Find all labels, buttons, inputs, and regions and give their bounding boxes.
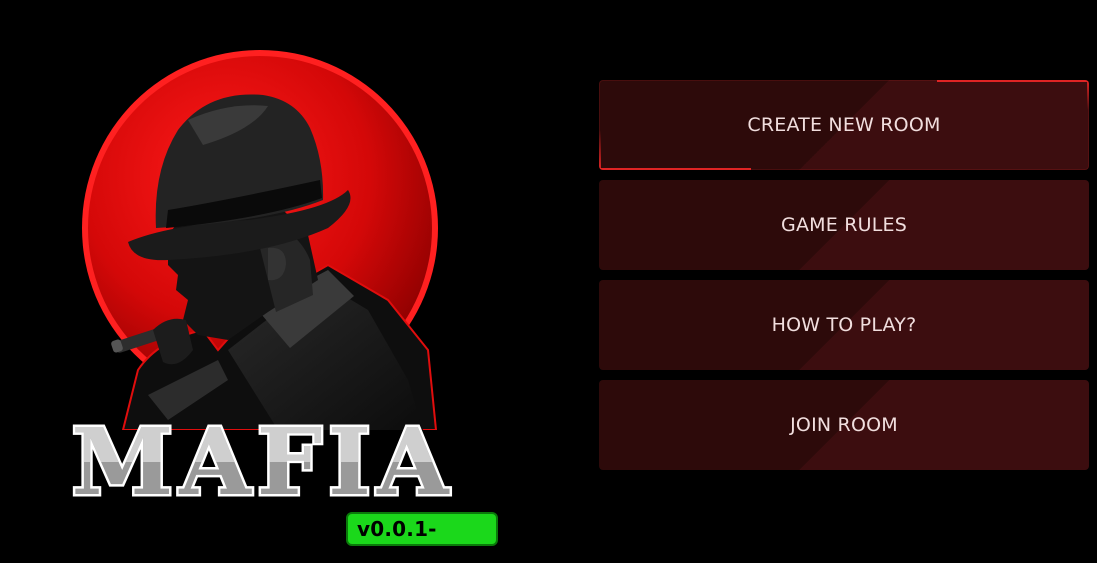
mafia-logo: MAFIA MAFIA v0.0.1-beta: [28, 50, 498, 563]
mafia-wordmark-icon: MAFIA MAFIA: [69, 422, 451, 506]
gangster-silhouette-icon: [82, 50, 438, 430]
main-menu-screen: MAFIA MAFIA v0.0.1-beta CREATE NEW ROOM …: [0, 0, 1097, 563]
create-new-room-button[interactable]: CREATE NEW ROOM: [599, 80, 1089, 170]
button-label: JOIN ROOM: [790, 414, 898, 436]
main-menu: CREATE NEW ROOM GAME RULES HOW TO PLAY? …: [599, 80, 1089, 480]
button-label: HOW TO PLAY?: [771, 314, 917, 336]
join-room-button[interactable]: JOIN ROOM: [599, 380, 1089, 470]
how-to-play-button[interactable]: HOW TO PLAY?: [599, 280, 1089, 370]
game-rules-button[interactable]: GAME RULES: [599, 180, 1089, 270]
button-label: CREATE NEW ROOM: [747, 114, 941, 136]
version-badge: v0.0.1-beta: [346, 512, 498, 563]
button-label: GAME RULES: [781, 214, 907, 236]
